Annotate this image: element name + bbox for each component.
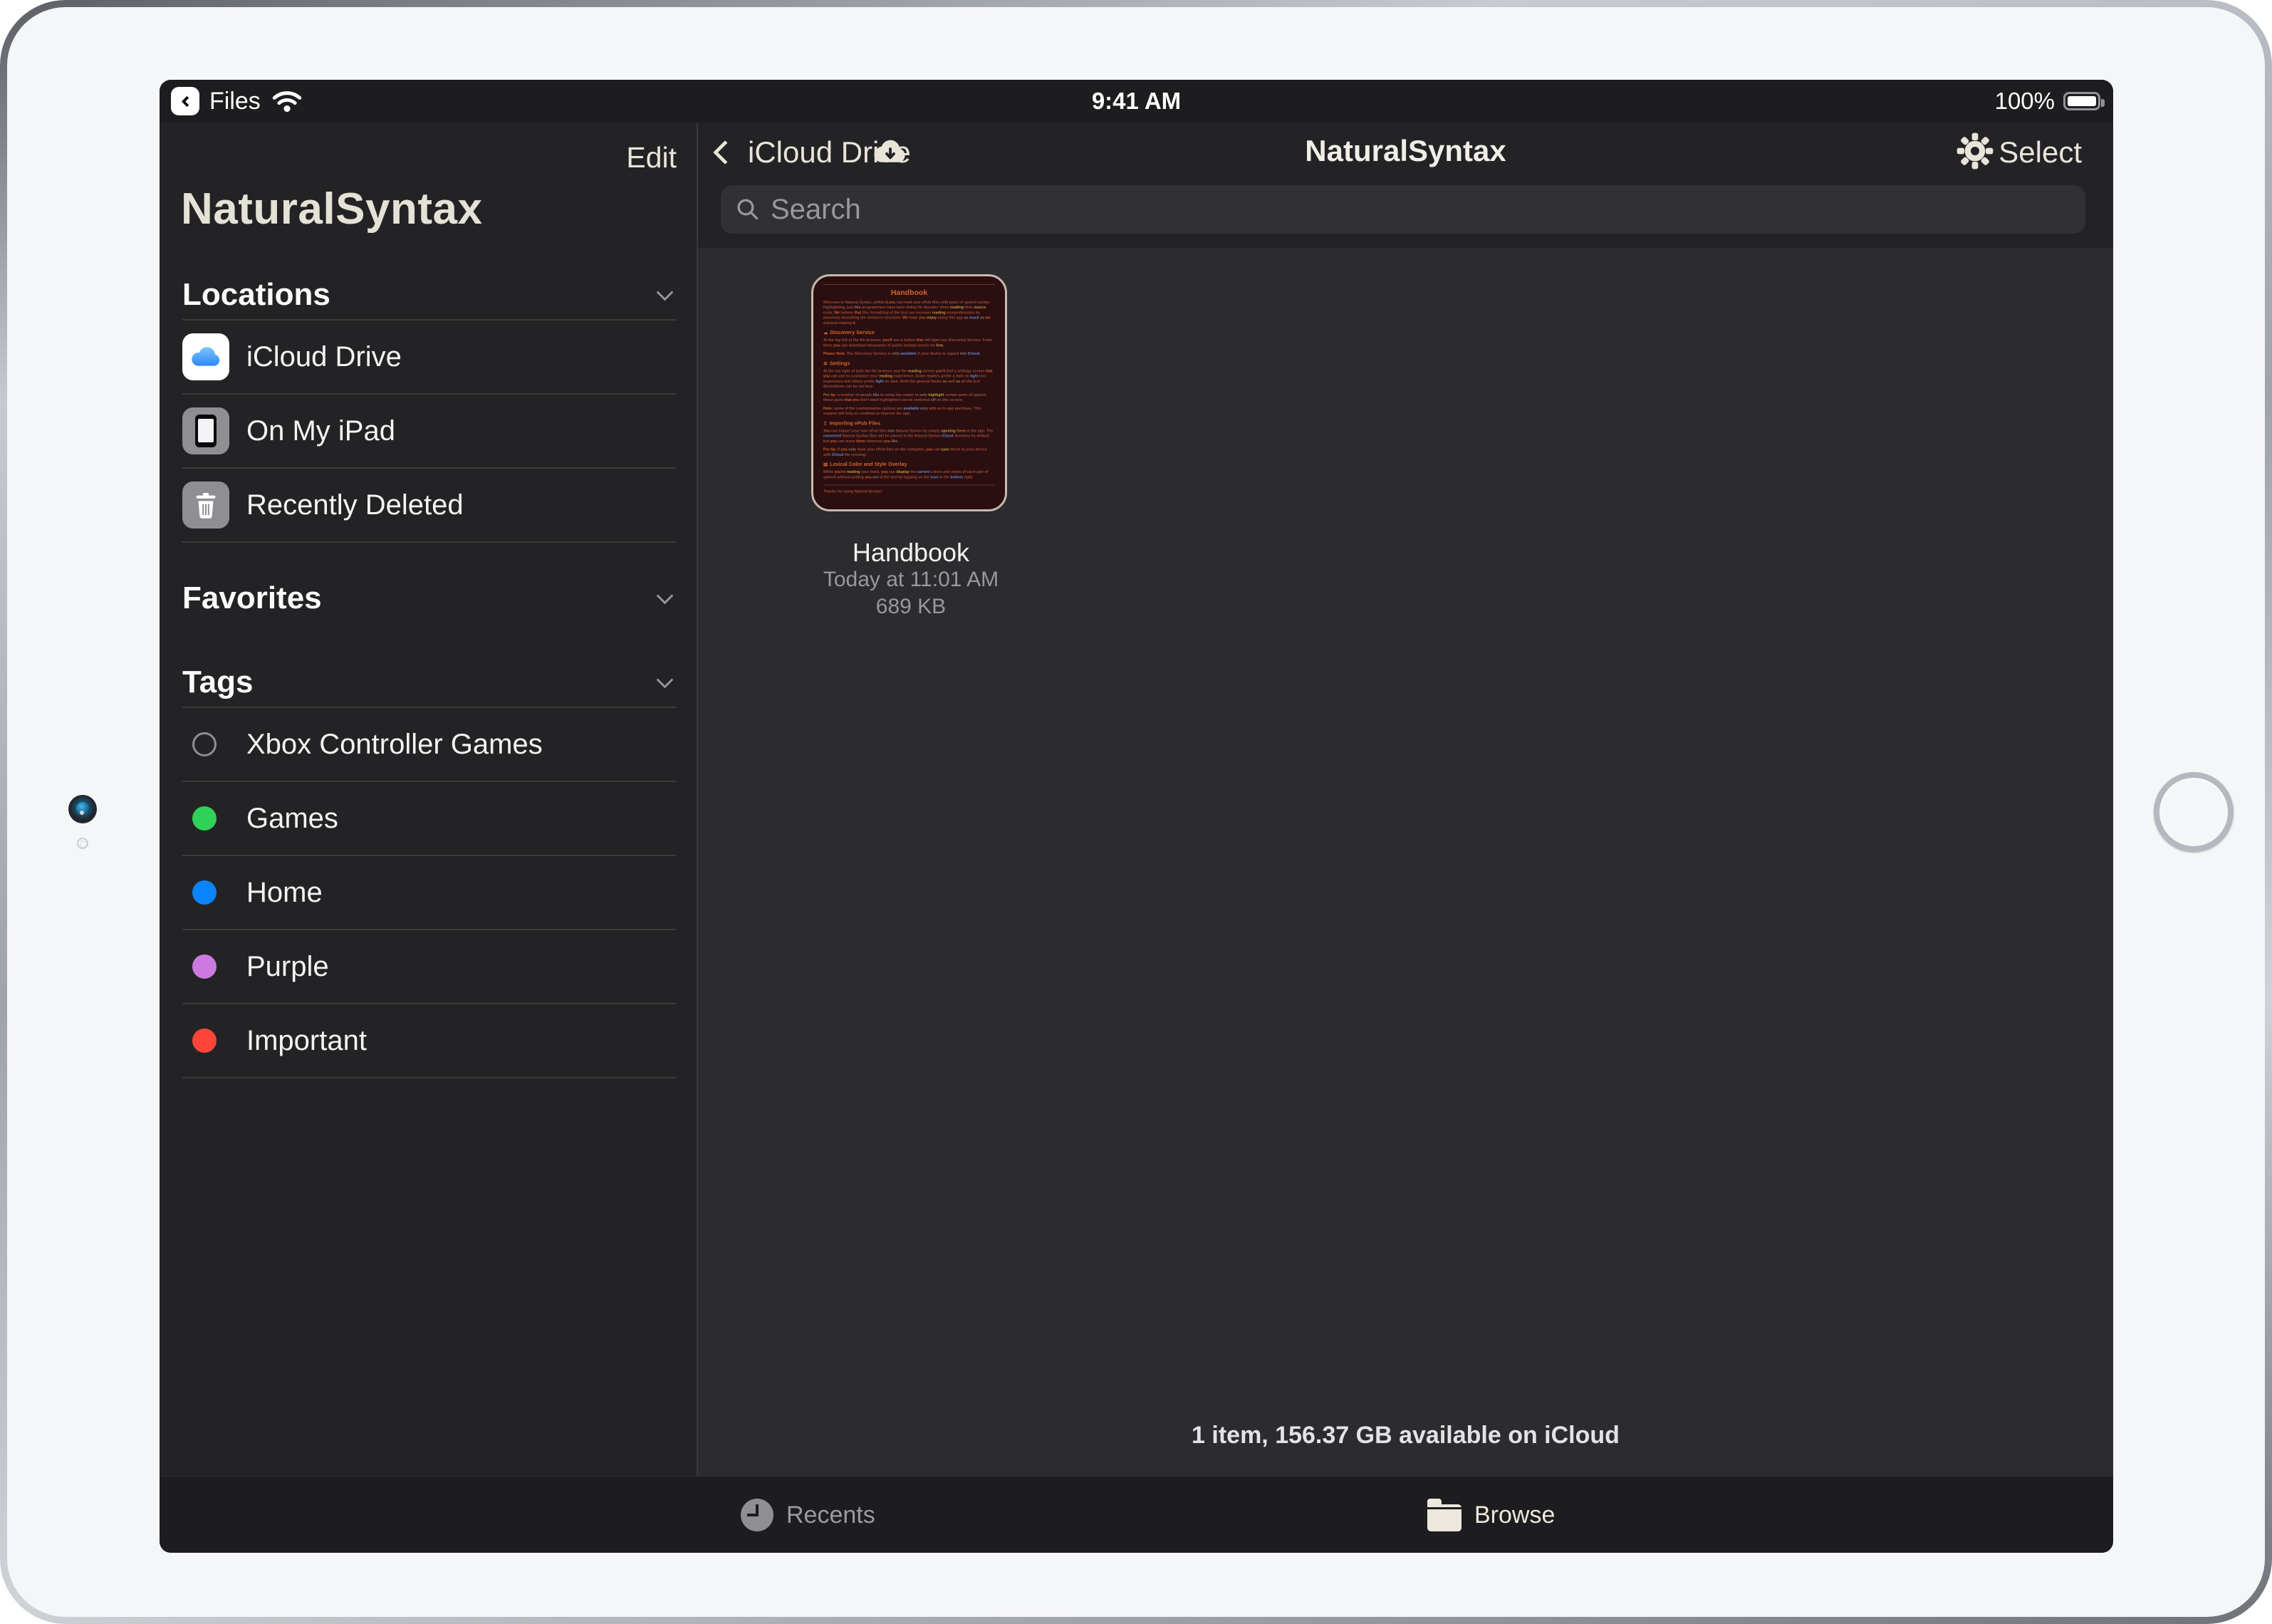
sidebar-item-label: Xbox Controller Games (246, 729, 543, 761)
sidebar-item-games[interactable]: Games (182, 782, 677, 856)
sidebar-item-label: iCloud Drive (246, 341, 402, 373)
thumbnail-doc-paragraph: At the top right of both the file browse… (823, 368, 995, 389)
light-sensor (77, 838, 88, 849)
thumbnail-doc-heading: ▤Lexical Color and Style Overlay (823, 462, 995, 467)
sidebar-item-purple[interactable]: Purple (182, 930, 677, 1004)
thumbnail-doc-paragraph: Please Note: The Discovery Service is on… (823, 351, 995, 356)
icloud-drive-icon (182, 333, 229, 380)
games-tag-color-icon (192, 806, 217, 831)
chevron-down-icon (656, 671, 673, 688)
tab-bar: Recents Browse (160, 1476, 2113, 1553)
sidebar-section-locations: Locations iCloud Drive On My iPad Recently … (182, 272, 677, 543)
section-header-label: Locations (182, 277, 330, 313)
sidebar-item-label: Purple (246, 951, 329, 983)
gear-icon[interactable] (1956, 132, 1994, 170)
main-panel: iCloud Drive NaturalSyntax Select (698, 123, 2113, 1476)
front-camera (68, 795, 97, 823)
files-app-screen: Files 9:41 AM 100% Edit NaturalSyntax Lo… (160, 80, 2113, 1553)
thumbnail-doc-divider (823, 485, 995, 486)
sidebar-item-label: Important (246, 1025, 367, 1057)
thumbnail-doc-paragraph: At the top left of the file browser, you… (823, 338, 995, 348)
xbox-controller-games-tag-color-icon (192, 732, 217, 756)
select-button[interactable]: Select (1999, 135, 2082, 170)
thumbnail-doc-paragraph: Pro tip: If you only have your ePub file… (823, 447, 995, 457)
home-button[interactable] (2154, 772, 2234, 852)
folder-icon (1427, 1504, 1461, 1531)
sidebar-item-home[interactable]: Home (182, 856, 677, 930)
sidebar-section-favorites: Favorites (182, 576, 677, 621)
sidebar-item-xbox-controller-games[interactable]: Xbox Controller Games (182, 708, 677, 782)
page-title: NaturalSyntax (698, 134, 2113, 168)
section-header-locations[interactable]: Locations (182, 272, 677, 318)
navigation-bar: iCloud Drive NaturalSyntax Select (698, 123, 2113, 179)
tab-browse[interactable]: Browse (1427, 1477, 1555, 1553)
file-name: Handbook (811, 538, 1011, 568)
thumbnail-doc-paragraph: Pro tip: a number of people like to setu… (823, 392, 995, 402)
section-header-label: Tags (182, 665, 253, 700)
file-thumbnail: Handbook Welcome to Natural Syntax, withi… (811, 274, 1007, 511)
search-input[interactable] (771, 194, 1981, 226)
thumbnail-doc-paragraph: Thanks for using Natural Syntax! (823, 489, 995, 494)
sidebar-item-recently-deleted[interactable]: Recently Deleted (182, 469, 677, 543)
thumbnail-doc-paragraph: While you're reading your book, you can … (823, 469, 995, 479)
status-bar: Files 9:41 AM 100% (160, 80, 2113, 123)
edit-button[interactable]: Edit (626, 141, 677, 175)
thumbnail-doc-paragraph: Welcome to Natural Syntax, within it you… (823, 300, 995, 326)
sidebar-item-label: Recently Deleted (246, 489, 464, 521)
sidebar-item-on-my-ipad[interactable]: On My iPad (182, 395, 677, 469)
battery-status: 100% (1995, 80, 2100, 123)
search-bar[interactable] (721, 185, 2085, 234)
thumbnail-doc-paragraph: You can import your own ePub files into … (823, 428, 995, 444)
thumbnail-doc-title: Handbook (823, 288, 995, 297)
clock-icon (741, 1499, 773, 1531)
battery-icon (2063, 92, 2100, 110)
sidebar-item-label: Games (246, 803, 338, 835)
sidebar-item-icloud-drive[interactable]: iCloud Drive (182, 321, 677, 395)
chevron-down-icon (656, 587, 673, 604)
section-header-label: Favorites (182, 581, 322, 616)
sidebar-section-tags: Tags Xbox Controller Games Games Home Purple… (182, 660, 677, 1078)
thumbnail-doc-heading: ↥Importing ePub Files (823, 420, 995, 426)
tab-recents-label: Recents (786, 1501, 875, 1529)
tab-browse-label: Browse (1474, 1501, 1555, 1529)
file-item-handbook[interactable]: Handbook Welcome to Natural Syntax, withi… (811, 274, 1096, 511)
sidebar: Edit NaturalSyntax Locations iCloud Drive… (160, 123, 697, 1476)
ipad-device: Files 9:41 AM 100% Edit NaturalSyntax Lo… (0, 0, 2272, 1624)
ipad-icon (182, 407, 229, 454)
sidebar-item-label: Home (246, 877, 323, 909)
thumbnail-doc-paragraph: Note: some of the customization options … (823, 406, 995, 416)
thumbnail-doc-heading: ☁Discovery Service (823, 330, 995, 335)
important-tag-color-icon (192, 1029, 217, 1053)
file-browser-content: Handbook Welcome to Natural Syntax, withi… (698, 248, 2113, 1476)
search-icon (735, 197, 761, 222)
clock-time: 9:41 AM (160, 80, 2113, 123)
storage-summary: 1 item, 156.37 GB available on iCloud (698, 1422, 2113, 1449)
sidebar-app-title: NaturalSyntax (181, 184, 482, 234)
home-tag-color-icon (192, 880, 217, 905)
sidebar-item-important[interactable]: Important (182, 1004, 677, 1078)
file-modified-date: Today at 11:01 AM (811, 568, 1011, 592)
purple-tag-color-icon (192, 954, 217, 979)
thumbnail-doc-heading: ⚙Settings (823, 360, 995, 366)
tab-recents[interactable]: Recents (741, 1477, 875, 1553)
sidebar-item-label: On My iPad (246, 415, 395, 447)
section-header-favorites[interactable]: Favorites (182, 576, 677, 621)
file-size: 689 KB (811, 595, 1011, 619)
section-header-tags[interactable]: Tags (182, 660, 677, 705)
trash-icon (182, 482, 229, 529)
battery-percent: 100% (1995, 88, 2055, 115)
chevron-down-icon (656, 283, 673, 301)
